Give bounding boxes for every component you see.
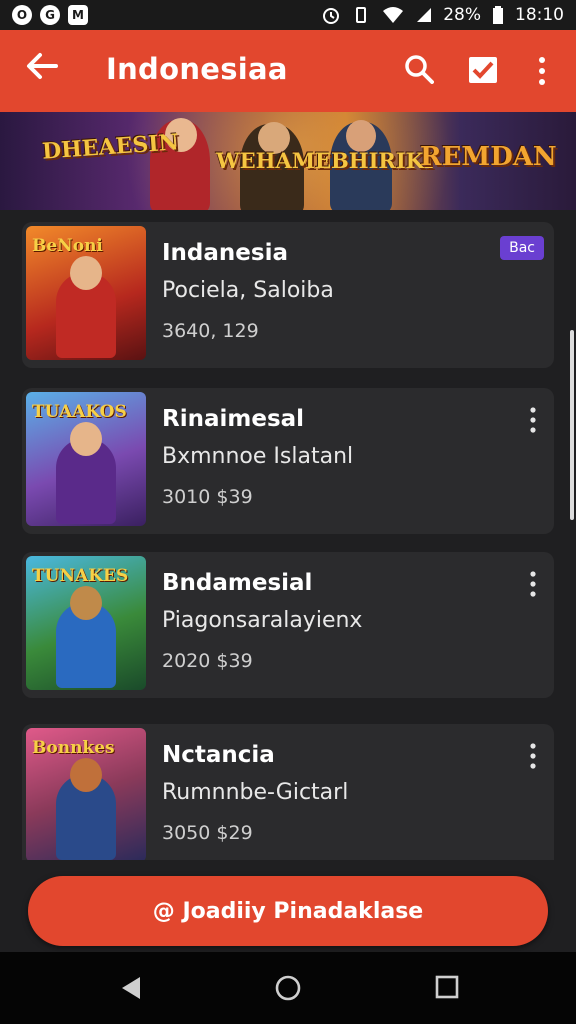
game-thumbnail: TUAAKOS <box>26 392 146 526</box>
primary-action-button[interactable]: @ Joadiiy Pinadaklase <box>28 876 548 946</box>
alarm-icon <box>323 8 340 24</box>
thumbnail-logo: Bonnkes <box>32 738 115 758</box>
thumbnail-logo: TUNAKES <box>32 566 129 586</box>
thumbnail-logo: TUAAKOS <box>32 402 127 422</box>
page-title: Indonesiaa <box>106 52 288 86</box>
list-item[interactable]: TUAAKOS Rinaimesal Bxmnnoe Islatanl 3010… <box>22 388 554 534</box>
thumbnail-hero-head <box>70 586 102 620</box>
thumbnail-hero-head <box>70 422 102 456</box>
item-price: 3640, 129 <box>162 320 259 342</box>
back-arrow-icon[interactable] <box>22 48 62 88</box>
item-subtitle: Pociela, Saloiba <box>162 278 334 303</box>
notification-icons: O G M <box>12 5 88 25</box>
system-nav-bar <box>0 952 576 1024</box>
game-thumbnail: TUNAKES <box>26 556 146 690</box>
banner-logo-right: REMDAN <box>420 142 557 172</box>
item-subtitle: Rumnnbe-Gictarl <box>162 780 349 805</box>
item-more-icon[interactable] <box>526 406 540 436</box>
list-item[interactable]: BeNoni Indanesia Pociela, Saloiba 3640, … <box>22 222 554 368</box>
item-subtitle: Bxmnnoe Islatanl <box>162 444 354 469</box>
item-more-icon[interactable] <box>526 570 540 600</box>
signal-icon <box>417 8 432 22</box>
promo-banner[interactable]: DHEAESIN WEHAMEBHIRIKI REMDAN <box>0 112 576 210</box>
clock: 18:10 <box>515 5 564 25</box>
game-list: BeNoni Indanesia Pociela, Saloiba 3640, … <box>0 210 576 860</box>
item-price: 2020 $39 <box>162 650 253 672</box>
item-title: Indanesia <box>162 240 288 266</box>
nav-home-icon[interactable] <box>274 974 302 1002</box>
wifi-icon <box>383 7 404 23</box>
notification-icon-2: G <box>40 5 60 25</box>
item-badge: Bac <box>500 236 544 260</box>
nav-back-icon[interactable] <box>118 974 144 1002</box>
list-item[interactable]: TUNAKES Bndamesial Piagonsaralayienx 202… <box>22 552 554 698</box>
item-title: Nctancia <box>162 742 275 768</box>
thumbnail-hero-head <box>70 758 102 792</box>
thumbnail-hero-head <box>70 256 102 290</box>
search-icon[interactable] <box>404 54 434 84</box>
status-bar: O G M 28% 18:10 <box>0 0 576 30</box>
item-price: 3010 $39 <box>162 486 253 508</box>
inbox-check-icon[interactable] <box>468 56 498 84</box>
list-item[interactable]: Bonnkes Nctancia Rumnnbe-Gictarl 3050 $2… <box>22 724 554 860</box>
app-bar: Indonesiaa <box>0 30 576 112</box>
battery-percent: 28% <box>443 5 481 25</box>
item-title: Rinaimesal <box>162 406 305 432</box>
nav-recents-icon[interactable] <box>434 974 460 1000</box>
item-title: Bndamesial <box>162 570 313 596</box>
game-thumbnail: Bonnkes <box>26 728 146 860</box>
banner-logo-center: WEHAMEBHIRIKI <box>216 148 434 173</box>
more-vert-icon[interactable] <box>530 54 554 88</box>
notification-icon-1: O <box>12 5 32 25</box>
game-thumbnail: BeNoni <box>26 226 146 360</box>
item-subtitle: Piagonsaralayienx <box>162 608 363 633</box>
item-price: 3050 $29 <box>162 822 253 844</box>
notification-icon-3: M <box>68 5 88 25</box>
item-more-icon[interactable] <box>526 742 540 772</box>
battery-icon <box>493 6 503 24</box>
vibrate-icon <box>356 7 367 23</box>
thumbnail-logo: BeNoni <box>32 236 103 256</box>
scrollbar[interactable] <box>570 330 574 520</box>
